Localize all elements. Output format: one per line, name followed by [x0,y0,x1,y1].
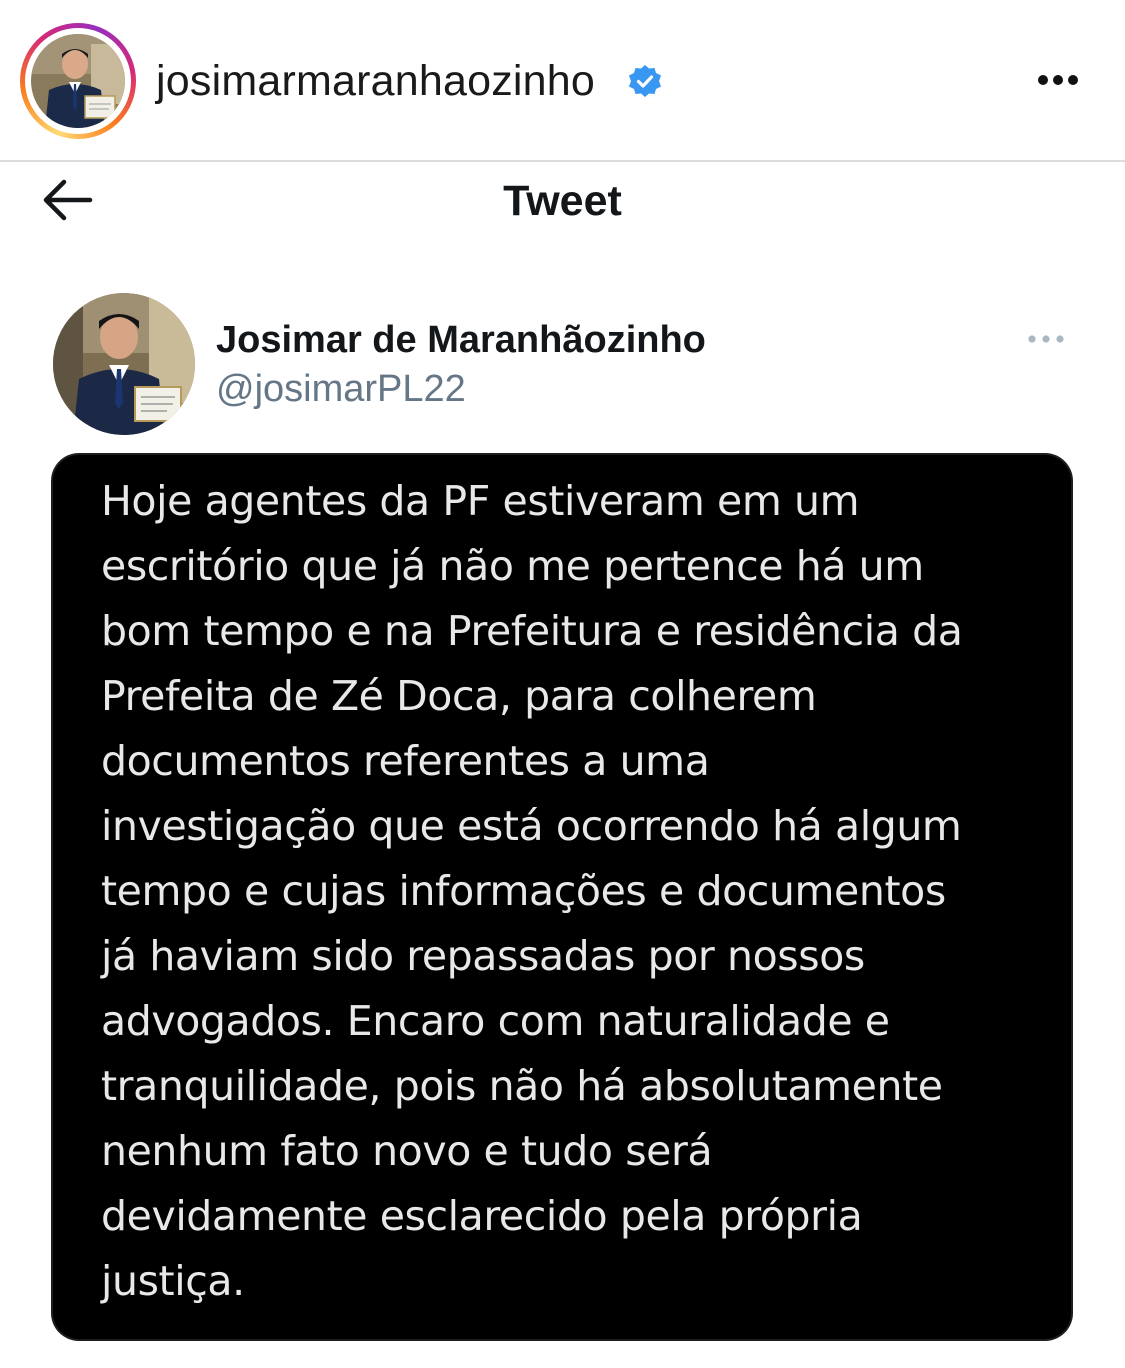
tweet-text-line: justiça. [101,1257,245,1305]
more-horizontal-icon[interactable] [1030,58,1086,102]
instagram-post-header: josimarmaranhaozinho [0,0,1125,160]
tweet-text-line: bom tempo e na Prefeitura e residência d… [101,607,963,655]
tweet-author-avatar[interactable] [53,293,195,435]
tweet-author-name[interactable]: Josimar de Maranhãozinho [216,317,706,363]
arrow-left-icon[interactable] [40,178,96,222]
tweet-text-line: devidamente esclarecido pela própria [101,1192,863,1240]
tweet-page-title: Tweet [503,177,622,225]
avatar-photo-icon [53,293,195,435]
tweet-text-line: tranquilidade, pois não há absolutamente [101,1062,943,1110]
profile-avatar[interactable] [31,34,125,128]
tweet-text-line: investigação que está ocorrendo há algum [101,802,962,850]
tweet-text-card: Hoje agentes da PF estiveram em um escri… [53,455,1071,1339]
more-horizontal-icon[interactable] [1024,328,1068,350]
profile-story-ring[interactable] [20,23,136,139]
header-divider [0,160,1125,162]
tweet-author-handle[interactable]: @josimarPL22 [216,366,466,412]
story-ring-inner [25,28,131,134]
tweet-text-line: advogados. Encaro com naturalidade e [101,997,890,1045]
tweet-text-line: já haviam sido repassadas por nossos [101,932,865,980]
tweet-text-line: tempo e cujas informações e documentos [101,867,946,915]
verified-badge-icon [629,65,661,97]
tweet-text-line: Hoje agentes da PF estiveram em um [101,477,860,525]
tweet-text-line: documentos referentes a uma [101,737,710,785]
tweet-text-line: nenhum fato novo e tudo será [101,1127,713,1175]
tweet-text-line: escritório que já não me pertence há um [101,542,924,590]
tweet-text-line: Prefeita de Zé Doca, para colherem [101,672,817,720]
tweet-body-text: Hoje agentes da PF estiveram em um escri… [101,469,1041,1314]
instagram-username[interactable]: josimarmaranhaozinho [156,55,595,107]
avatar-photo-icon [31,34,125,128]
